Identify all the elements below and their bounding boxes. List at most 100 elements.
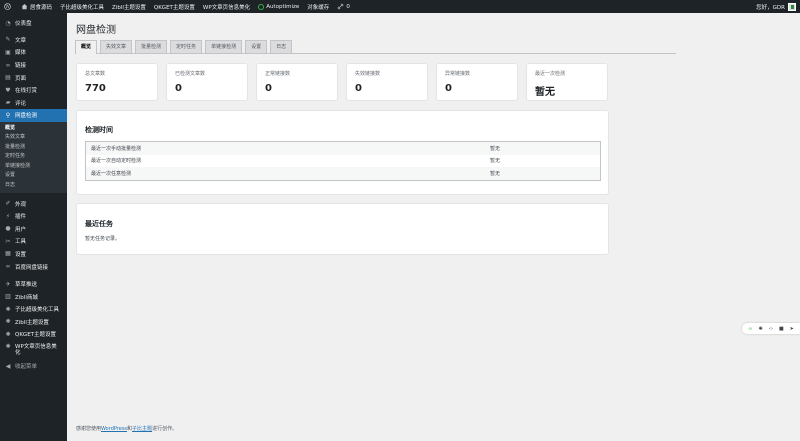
adminbar-qkget-settings[interactable]: QKGET主题设置	[150, 0, 199, 13]
sidebar-item-netdisk-check[interactable]: ⚲ 网盘检测	[0, 109, 67, 122]
adminbar-autoptimize[interactable]: Autoptimize	[254, 0, 303, 13]
adminbar-zibll-settings[interactable]: Zibll主题设置	[108, 0, 150, 13]
sidebar-item-zibi-beautify[interactable]: ✺ 子比超级美化工具	[0, 303, 67, 316]
send-icon[interactable]: ➤	[789, 326, 795, 332]
sidebar-item-wp-article-beautify[interactable]: ✺ WP文章页信息美化	[0, 341, 67, 360]
nav-tabs: 概览 失效文章 批量检测 定时任务 单链接检测 设置 日志	[75, 40, 676, 54]
admin-bar: W 居食源码 子比超级美化工具 Zibll主题设置 QKGET主题设置 WP文章…	[0, 0, 800, 13]
stat-label: 总文章数	[85, 71, 106, 77]
tab-invalid-posts[interactable]: 失效文章	[100, 40, 133, 53]
settings-icon: ▦	[5, 250, 11, 258]
zibll-theme-link[interactable]: 子比主题	[132, 426, 152, 432]
wordpress-icon: W	[4, 3, 11, 10]
tab-log[interactable]: 日志	[270, 40, 293, 53]
stat-label: 最近一次检测	[535, 71, 566, 77]
submenu-item-log[interactable]: 日志	[0, 181, 67, 191]
footer-text: 感谢您使用WordPress和子比主题进行创作。	[76, 426, 178, 432]
submenu-item-settings[interactable]: 设置	[0, 171, 67, 181]
sidebar-item-zibll-settings[interactable]: ✺ Zibll主题设置	[0, 316, 67, 329]
adminbar-object-cache[interactable]: 对象缓存	[303, 0, 333, 13]
tab-overview[interactable]: 概览	[75, 40, 98, 54]
user-icon: ●	[5, 225, 11, 233]
submenu-item-invalid-posts[interactable]: 失效文章	[0, 133, 67, 143]
table-row: 最近一次手动批量检测 暂无	[86, 142, 600, 155]
shop-icon: ▥	[5, 293, 11, 301]
row-value: 暂无	[490, 170, 501, 177]
submenu-item-batch-check[interactable]: 批量检测	[0, 143, 67, 153]
sidebar-item-appearance[interactable]: ✐ 外观	[0, 197, 67, 210]
floating-toolbar: ∞ ✺ ‹› ■ ➤	[742, 323, 800, 334]
sidebar-item-push[interactable]: ✈ 草草推送	[0, 278, 67, 291]
cloud-link-icon: ∞	[5, 263, 11, 271]
stat-card-checked-posts: 已检测文章数 0	[166, 63, 248, 101]
sidebar-item-plugins[interactable]: ⚡ 插件	[0, 210, 67, 223]
sidebar-item-users[interactable]: ● 用户	[0, 222, 67, 235]
wordpress-link[interactable]: WordPress	[101, 426, 127, 432]
sidebar-item-donate[interactable]: ♥ 在线打赏	[0, 84, 67, 97]
stat-label: 失效链接数	[355, 71, 381, 77]
box-icon[interactable]: ■	[778, 326, 784, 332]
stat-card-invalid-links: 失效链接数 0	[346, 63, 428, 101]
adminbar-account[interactable]: 您好，GDR	[752, 0, 800, 13]
tab-single-link[interactable]: 单链接检测	[205, 40, 243, 53]
wp-logo[interactable]: W	[0, 0, 17, 13]
gear-icon[interactable]: ✺	[758, 326, 764, 332]
code-icon[interactable]: ‹›	[768, 326, 774, 332]
dashboard-icon: ◔	[5, 19, 11, 27]
link-icon: ∞	[5, 61, 11, 69]
submenu-item-overview[interactable]: 概览	[0, 124, 67, 134]
heart-icon: ♥	[5, 86, 11, 94]
sidebar-item-baidu-links[interactable]: ∞ 百度网盘链接	[0, 260, 67, 273]
gear-icon: ✺	[5, 330, 11, 338]
pin-icon: ✎	[5, 36, 11, 44]
media-icon: ▣	[5, 48, 11, 56]
stat-label: 正常链接数	[265, 71, 291, 77]
avatar	[788, 2, 796, 11]
recent-tasks-card: 最近任务 暂无任务记录。	[76, 203, 609, 255]
sidebar-item-posts[interactable]: ✎ 文章	[0, 34, 67, 47]
tab-settings[interactable]: 设置	[245, 40, 268, 53]
push-icon: ✈	[5, 280, 11, 288]
row-value: 暂无	[490, 158, 501, 165]
card-title: 最近任务	[85, 220, 113, 228]
submenu-item-scheduled-tasks[interactable]: 定时任务	[0, 152, 67, 162]
sidebar-item-pages[interactable]: ▤ 页面	[0, 71, 67, 84]
row-label: 最近一次自动定时检测	[91, 158, 142, 165]
submenu-item-single-link[interactable]: 单链接检测	[0, 162, 67, 172]
stat-value: 0	[445, 83, 452, 94]
page-title: 网盘检测	[76, 25, 116, 36]
sidebar-submenu: 概览 失效文章 批量检测 定时任务 单链接检测 设置 日志	[0, 121, 67, 194]
stat-value: 0	[265, 83, 272, 94]
sidebar-item-tools[interactable]: ✂ 工具	[0, 235, 67, 248]
stat-value: 暂无	[535, 87, 555, 98]
stats-row: 总文章数 770 已检测文章数 0 正常链接数 0 失效链接数 0 异常链接数 …	[76, 63, 616, 101]
sidebar-item-links[interactable]: ∞ 链接	[0, 59, 67, 72]
sidebar-item-zibll-shop[interactable]: ▥ Zibll商城	[0, 290, 67, 303]
gear-icon: ✺	[5, 342, 11, 350]
adminbar-zibi-beautify[interactable]: 子比超级美化工具	[56, 0, 108, 13]
adminbar-wp-article-beautify[interactable]: WP文章页信息美化	[199, 0, 254, 13]
stat-label: 异常链接数	[445, 71, 471, 77]
sidebar-item-media[interactable]: ▣ 媒体	[0, 46, 67, 59]
wrench-icon: ✂	[5, 237, 11, 245]
row-label: 最近一次手动批量检测	[91, 145, 142, 152]
link-icon[interactable]: ∞	[747, 326, 753, 332]
autoptimize-status-icon	[258, 3, 265, 10]
search-icon: ⚲	[5, 111, 11, 119]
tab-scheduled-tasks[interactable]: 定时任务	[170, 40, 203, 53]
gear-icon: ✺	[5, 318, 11, 326]
sidebar-item-settings[interactable]: ▦ 设置	[0, 248, 67, 261]
page-icon: ▤	[5, 74, 11, 82]
collapse-icon: ◀	[5, 362, 11, 370]
adminbar-links-count[interactable]: 0	[333, 0, 354, 13]
sidebar-collapse[interactable]: ◀ 收起菜单	[0, 360, 67, 373]
sidebar-item-qkget-settings[interactable]: ✺ QKGET主题设置	[0, 328, 67, 341]
stat-card-error-links: 异常链接数 0	[436, 63, 518, 101]
sidebar-item-dashboard[interactable]: ◔ 仪表盘	[0, 17, 67, 30]
sidebar-item-comments[interactable]: ▰ 评论	[0, 97, 67, 110]
stat-card-last-check: 最近一次检测 暂无	[526, 63, 608, 101]
gear-icon: ✺	[5, 305, 11, 313]
adminbar-site-name[interactable]: 居食源码	[17, 0, 56, 13]
tab-batch-check[interactable]: 批量检测	[135, 40, 168, 53]
home-icon	[21, 4, 28, 10]
